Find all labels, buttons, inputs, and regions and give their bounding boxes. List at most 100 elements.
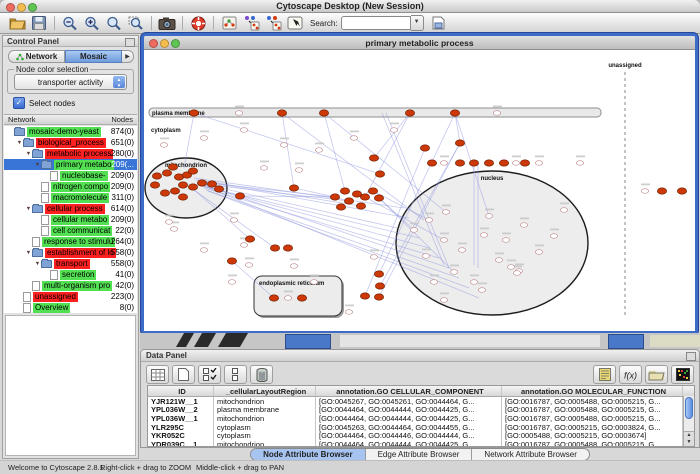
network-node-selected-color[interactable] [289,185,298,191]
zoom-fit-button[interactable] [103,14,125,32]
table-row[interactable]: YPL036W__2plasma membrane[GO:0044464, GO… [148,406,694,415]
network-node-selected-color[interactable] [277,110,286,116]
tree-row-unassigned[interactable]: unassigned223(0) [4,291,137,302]
table-row[interactable]: YLR295Ccytoplasm[GO:0045263, GO:0044464,… [148,423,694,432]
network-window-titlebar[interactable]: primary metabolic process [144,36,695,50]
network-node-selected-color[interactable] [455,160,464,166]
network-node-selected-color[interactable] [168,164,177,170]
network-node-selected-color[interactable] [269,295,278,301]
network-node-selected-color[interactable] [455,140,464,146]
network-canvas[interactable]: plasma membranecytoplasmmitochondrionnuc… [144,50,695,331]
network-node-selected-color[interactable] [188,184,197,190]
search-input[interactable] [341,16,411,30]
network-node-selected-color[interactable] [375,283,384,289]
network-node[interactable] [290,264,297,269]
table-row[interactable]: YDR039C__1mitochondrion[GO:0044464, GO:0… [148,440,694,447]
tree-row-cell-communicat[interactable]: cell communicat22(0) [4,225,137,236]
network-node[interactable] [284,296,291,301]
network-node-selected-color[interactable] [319,110,328,116]
expander-icon[interactable]: ▼ [34,162,41,168]
network-node[interactable] [535,161,542,166]
network-node-selected-color[interactable] [297,295,306,301]
network-node[interactable] [165,220,172,225]
network-node[interactable] [350,136,357,141]
network-node[interactable] [470,280,477,285]
network-node[interactable] [478,288,485,293]
network-node[interactable] [560,208,567,213]
attribute-table-header[interactable]: ID_cellularLayoutRegionannotation.GO CEL… [148,386,694,397]
network-node-selected-color[interactable] [270,245,279,251]
network-overview-icon[interactable] [218,14,240,32]
help-button[interactable] [187,14,209,32]
network-node[interactable] [200,136,207,141]
network-node-selected-color[interactable] [235,193,244,199]
network-node-selected-color[interactable] [150,182,159,188]
tree-row-metabolic-process[interactable]: ▼metabolic process280(0) [4,148,137,159]
float-panel-icon[interactable] [125,38,135,47]
tab-network[interactable]: Network [8,50,65,63]
table-scrollbar[interactable]: ▲▼ [683,396,694,446]
network-node-selected-color[interactable] [420,145,429,151]
unselect-all-attributes-button[interactable] [224,365,247,384]
network-node-selected-color[interactable] [368,188,377,194]
delete-attribute-button[interactable] [250,365,273,384]
expander-icon[interactable]: ▼ [34,261,41,267]
network-node-selected-color[interactable] [677,188,686,194]
zoom-in-button[interactable] [81,14,103,32]
network-node[interactable] [440,238,447,243]
formula-builder-button[interactable]: f(x) [619,365,642,384]
network-node[interactable] [280,143,287,148]
network-node[interactable] [410,228,417,233]
network-node[interactable] [228,280,235,285]
network-node-selected-color[interactable] [170,188,179,194]
select-all-attributes-button[interactable] [198,365,221,384]
network-node-selected-color[interactable] [152,173,161,179]
expander-icon[interactable]: ▼ [25,250,32,256]
network-node-selected-color[interactable] [160,190,169,196]
tree-row-cellular-process[interactable]: ▼cellular process614(0) [4,203,137,214]
column-header-1[interactable]: _cellularLayoutRegion [214,386,316,396]
network-node-selected-color[interactable] [369,155,378,161]
network-node-selected-color[interactable] [330,194,339,200]
column-header-2[interactable]: annotation.GO CELLULAR_COMPONENT [316,386,502,396]
network-node-selected-color[interactable] [162,170,171,176]
tab-overflow-arrow-icon[interactable]: ▶ [122,50,134,63]
expander-icon[interactable]: ▼ [16,140,23,146]
network-node[interactable] [240,128,247,133]
tab-network-attribute-browser[interactable]: Network Attribute Browser [471,449,588,460]
network-node-selected-color[interactable] [283,245,292,251]
scrollbar-thumb[interactable] [685,397,693,419]
network-node-selected-color[interactable] [374,294,383,300]
network-node-selected-color[interactable] [178,194,187,200]
network-node-selected-color[interactable] [450,110,459,116]
new-attribute-button[interactable] [172,365,195,384]
network-node[interactable] [425,218,432,223]
tab-edge-attribute-browser[interactable]: Edge Attribute Browser [365,449,472,460]
network-node-selected-color[interactable] [207,181,216,187]
layout-icon-a[interactable] [240,14,262,32]
network-node-selected-color[interactable] [336,204,345,210]
network-node-selected-color[interactable] [245,236,254,242]
scrollbar-arrows[interactable]: ▲▼ [684,431,694,446]
table-row[interactable]: YPL036W__1mitochondrion[GO:0044464, GO:0… [148,414,694,423]
tree-row-macromolecule[interactable]: macromolecule311(0) [4,192,137,203]
annotation-button[interactable] [284,14,306,32]
network-node-selected-color[interactable] [360,293,369,299]
tree-row-overview[interactable]: Overview8(0) [4,302,137,313]
network-node[interactable] [245,263,252,268]
column-header-3[interactable]: annotation.GO MOLECULAR_FUNCTION [502,386,683,396]
tree-row-nitrogen-compo[interactable]: nitrogen compo209(0) [4,181,137,192]
network-node-selected-color[interactable] [340,188,349,194]
dropdown-stepper-icon[interactable]: ▲▼ [113,76,125,88]
network-node[interactable] [512,161,519,166]
network-node[interactable] [458,248,465,253]
network-graph[interactable]: plasma membranecytoplasmmitochondrionnuc… [144,50,695,331]
network-node[interactable] [390,128,397,133]
network-node[interactable] [170,227,177,232]
network-node-selected-color[interactable] [197,180,206,186]
network-node[interactable] [495,258,502,263]
network-node[interactable] [315,148,322,153]
network-node[interactable] [513,271,520,276]
network-node[interactable] [310,280,317,285]
expander-icon[interactable]: ▼ [25,206,32,212]
